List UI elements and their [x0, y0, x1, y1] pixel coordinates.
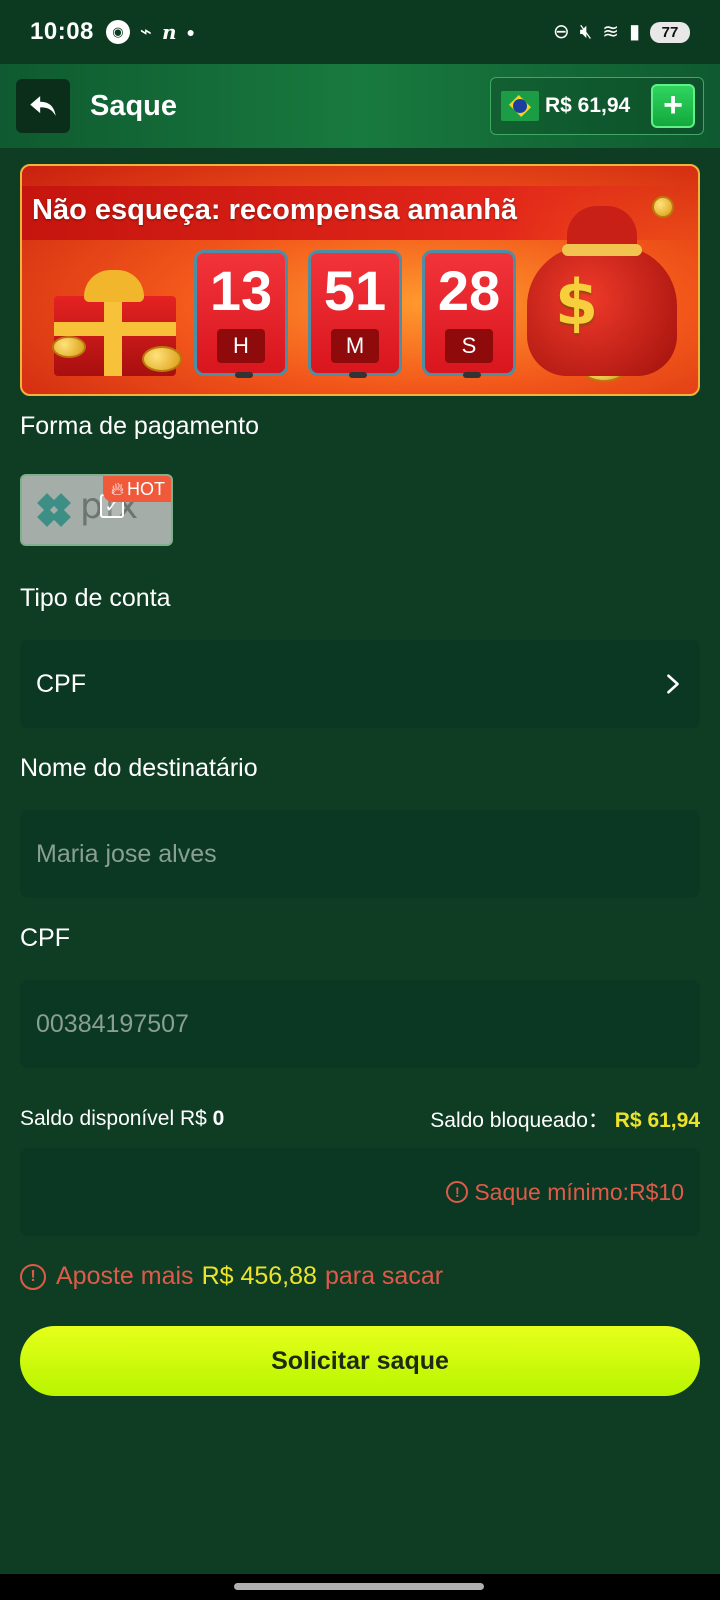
timer-hours-value: 13 — [209, 259, 273, 322]
system-nav-bar — [0, 1574, 720, 1600]
timer-minutes-value: 51 — [323, 259, 387, 322]
recipient-name-field[interactable]: Maria jose alves — [20, 810, 700, 898]
cpf-placeholder: 00384197507 — [36, 1009, 189, 1038]
withdraw-amount-field[interactable]: ! Saque mínimo:R$10 — [20, 1148, 700, 1236]
hot-badge: 🔥︎ HOT — [102, 476, 171, 502]
page-title: Saque — [90, 89, 178, 122]
available-balance: Saldo disponível R$ 0 — [20, 1107, 225, 1130]
cpf-label: CPF — [20, 924, 70, 952]
timer-seconds: 28 S — [422, 250, 516, 378]
back-button[interactable] — [16, 79, 70, 133]
warning-icon: ! — [446, 1181, 469, 1203]
pix-logo-icon — [37, 493, 71, 527]
chevron-right-icon — [667, 674, 679, 694]
payment-method-label: Forma de pagamento — [20, 412, 260, 440]
bet-requirement-notice: ! Aposte mais R$ 456,88 para sacar — [20, 1262, 443, 1291]
countdown-timer: 13 H 51 M 28 S — [194, 250, 516, 378]
money-bag-icon: $ — [527, 186, 677, 376]
recipient-name-label: Nome do destinatário — [20, 754, 258, 782]
sync-icon: ⌁ — [139, 21, 152, 43]
pix-payment-option[interactable]: pix ✓ 🔥︎ HOT — [20, 474, 173, 546]
minimum-withdraw-hint: Saque mínimo:R$10 — [474, 1178, 684, 1205]
back-arrow-icon — [30, 96, 56, 116]
timer-seconds-value: 28 — [437, 259, 501, 322]
status-system-icons: ⊖ 🔇︎ ≋ ▮ 77 — [552, 21, 690, 43]
signal-icon: ▮ — [628, 21, 640, 43]
deposit-button[interactable]: + — [651, 84, 695, 128]
blocked-balance: Saldo bloqueado： R$ 61,94 — [430, 1109, 700, 1132]
blocked-balance-value: R$ 61,94 — [614, 1109, 700, 1132]
account-type-label: Tipo de conta — [20, 584, 171, 612]
plus-icon: + — [663, 85, 683, 124]
battery-icon: 77 — [650, 21, 690, 43]
timer-seconds-unit: S — [445, 329, 493, 363]
timer-minutes: 51 M — [308, 250, 402, 378]
timer-hours: 13 H — [194, 250, 288, 378]
flame-icon: 🔥︎ — [110, 478, 124, 499]
balance-amount: R$ 61,94 — [545, 94, 631, 117]
coin-icon — [142, 346, 182, 372]
account-type-select[interactable]: CPF — [20, 640, 700, 728]
account-type-value: CPF — [36, 669, 86, 698]
dot-icon: ● — [186, 24, 195, 40]
app-notification-icon: ◉ — [105, 20, 130, 44]
timer-hours-unit: H — [217, 329, 265, 363]
status-bar: 10:08 ◉ ⌁ n ● ⊖ 🔇︎ ≋ ▮ 77 — [0, 0, 720, 64]
balance-row: Saldo disponível R$ 0 Saldo bloqueado： R… — [20, 1104, 700, 1134]
timer-minutes-unit: M — [331, 329, 379, 363]
available-balance-value: 0 — [212, 1107, 225, 1130]
n-app-icon: n — [161, 20, 177, 44]
wifi-icon: ≋ — [602, 21, 619, 43]
bet-requirement-amount: R$ 456,88 — [201, 1262, 317, 1290]
banner-title: Não esqueça: recompensa amanhã — [32, 194, 518, 226]
mute-icon: 🔇︎ — [579, 21, 593, 43]
balance-display[interactable]: R$ 61,94 + — [490, 77, 704, 135]
header: Saque R$ 61,94 + — [0, 64, 720, 148]
coin-icon — [52, 336, 86, 358]
cpf-field[interactable]: 00384197507 — [20, 980, 700, 1068]
status-notifications: ◉ ⌁ n ● — [105, 20, 195, 44]
do-not-disturb-icon: ⊖ — [552, 21, 570, 43]
warning-icon: ! — [20, 1263, 46, 1290]
home-indicator[interactable] — [234, 1583, 484, 1590]
recipient-name-placeholder: Maria jose alves — [36, 839, 217, 868]
reward-banner[interactable]: Não esqueça: recompensa amanhã $ 13 H 51… — [20, 164, 700, 396]
status-time: 10:08 — [30, 18, 94, 45]
brazil-flag-icon — [501, 91, 539, 121]
request-withdraw-button[interactable]: Solicitar saque — [20, 1326, 700, 1396]
